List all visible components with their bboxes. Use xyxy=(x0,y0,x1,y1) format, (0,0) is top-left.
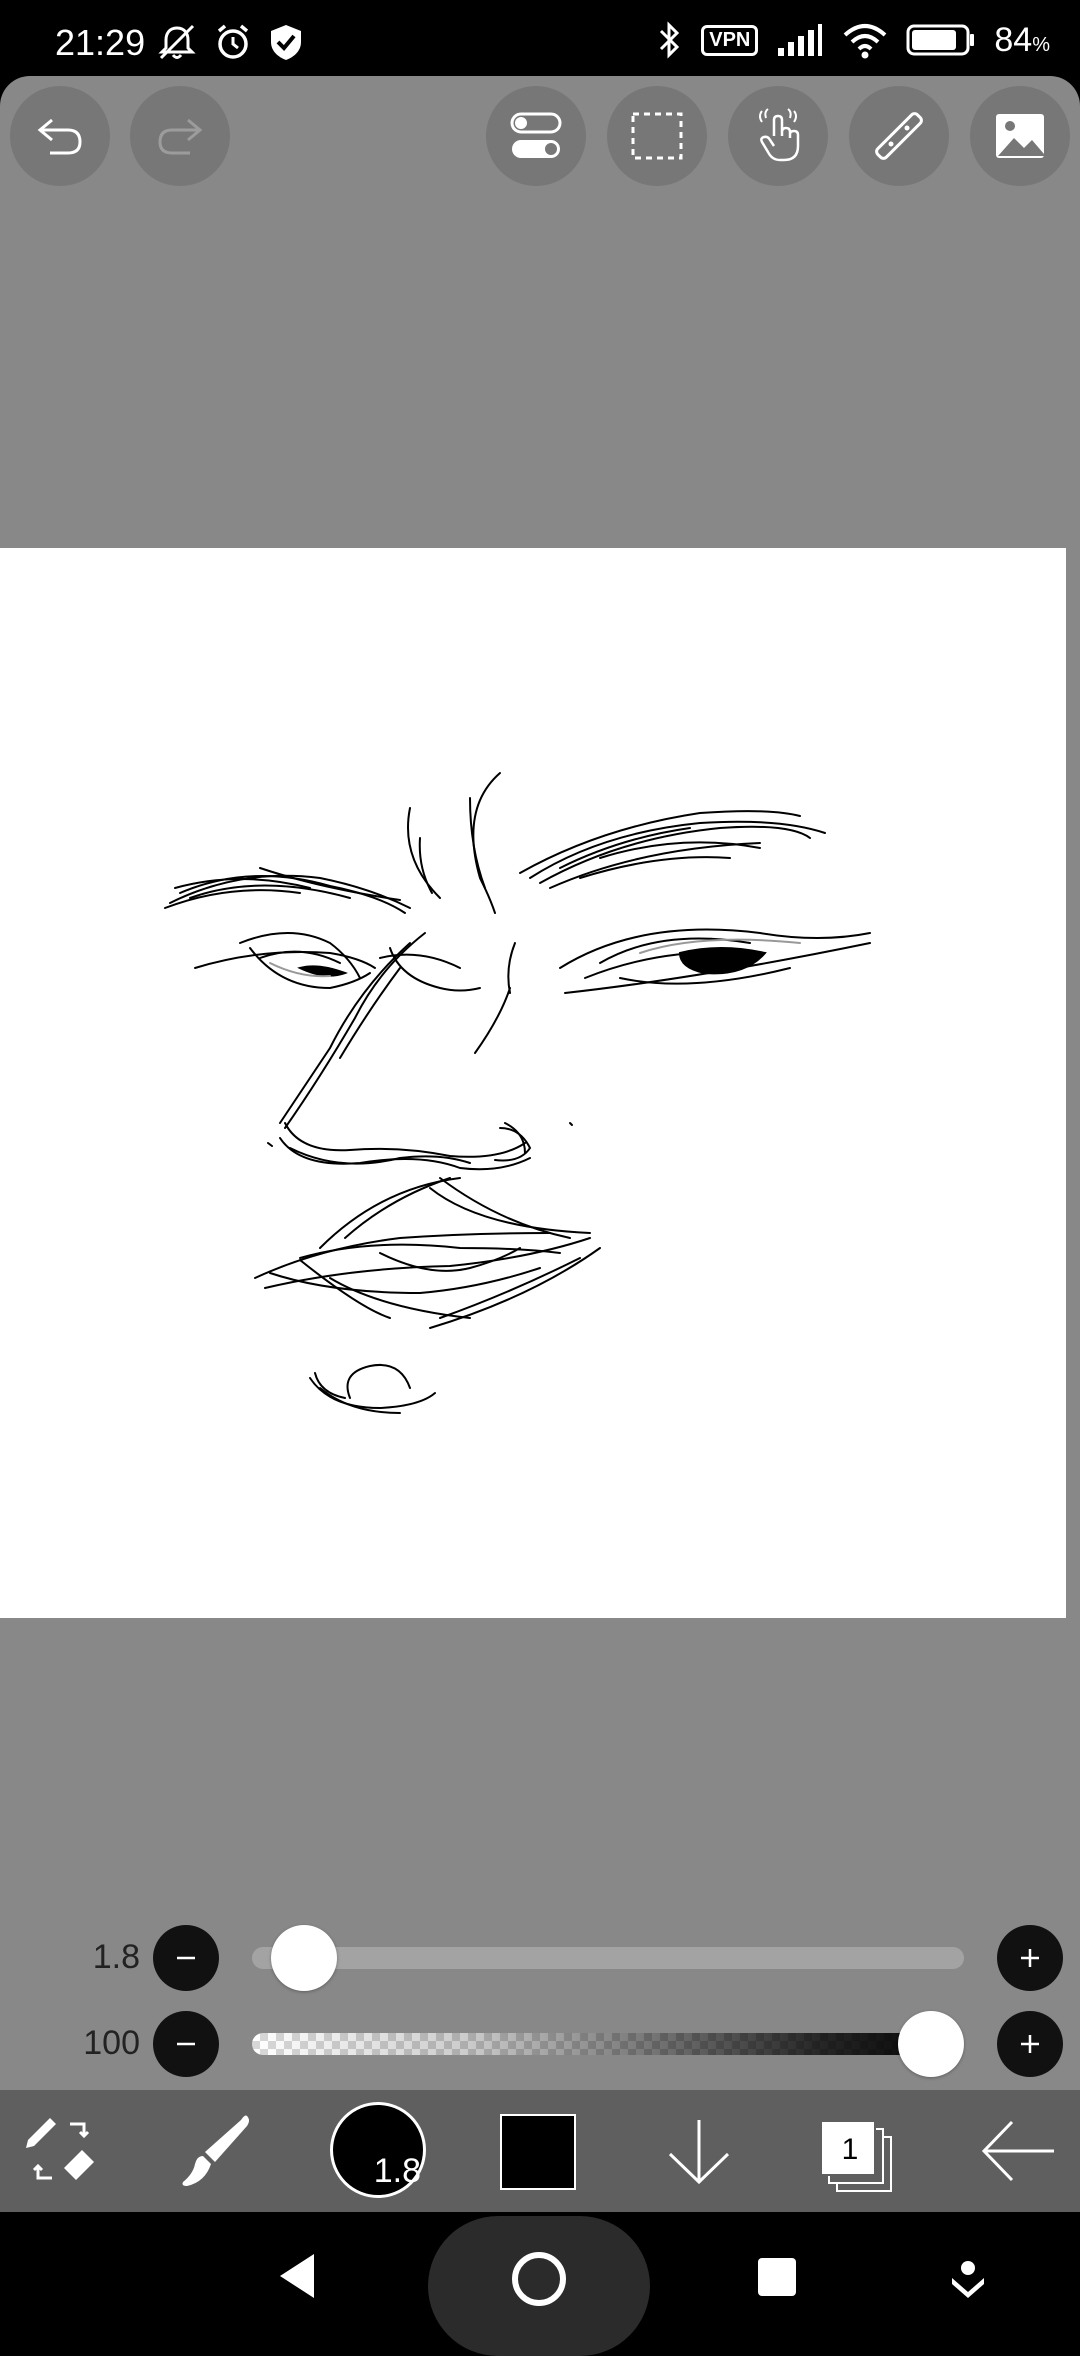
redo-button[interactable] xyxy=(130,86,230,186)
brush-size-thumb[interactable] xyxy=(271,1925,338,1991)
layer-count: 1 xyxy=(841,2133,859,2166)
muted-bell-icon xyxy=(158,24,196,60)
brush-size-increase-button[interactable] xyxy=(997,1925,1063,1991)
brush-size-track[interactable] xyxy=(252,1947,964,1969)
shield-icon xyxy=(271,25,301,60)
vpn-badge: VPN xyxy=(701,24,759,56)
status-time: 21:29 xyxy=(55,22,146,63)
gesture-button[interactable] xyxy=(728,86,828,186)
tool-switch-button[interactable] xyxy=(20,2110,102,2192)
opacity-track[interactable] xyxy=(252,2033,964,2055)
toggle-button[interactable] xyxy=(486,86,586,186)
ruler-button[interactable] xyxy=(849,86,949,186)
battery-icon xyxy=(906,24,975,56)
color-swatch[interactable] xyxy=(500,2114,576,2190)
status-icons-left xyxy=(155,22,305,62)
layers-button[interactable]: 1 xyxy=(820,2120,892,2192)
status-bar: 21:29 VPN 84% xyxy=(0,0,1080,78)
pen-eraser-swap-icon xyxy=(26,2118,94,2180)
alarm-icon xyxy=(217,24,249,59)
brush-size-value: 1.8 xyxy=(92,1938,140,1976)
ruler-icon xyxy=(875,112,923,160)
drawing-canvas[interactable] xyxy=(0,548,1066,1618)
system-nav-bar xyxy=(0,2212,1080,2356)
minus-icon xyxy=(177,1956,195,1960)
circle-home-icon xyxy=(512,2252,566,2306)
minus-icon xyxy=(177,2042,195,2046)
image-button[interactable] xyxy=(970,86,1070,186)
brush-icon xyxy=(182,2115,249,2186)
back-button[interactable] xyxy=(978,2110,1060,2192)
opacity-slider-row: 100 xyxy=(0,2004,1080,2084)
opacity-thumb[interactable] xyxy=(898,2011,964,2077)
undo-icon xyxy=(37,118,82,155)
nav-back-button[interactable] xyxy=(270,2246,330,2306)
selection-icon xyxy=(631,112,683,160)
layer-card-front: 1 xyxy=(820,2120,876,2176)
brush-size-slider-row: 1.8 xyxy=(0,1918,1080,1998)
status-icons-right: VPN 84% xyxy=(657,20,1050,60)
nav-home-button[interactable] xyxy=(504,2244,574,2314)
wifi-icon xyxy=(844,24,887,59)
arrow-left-icon xyxy=(981,2120,1054,2182)
selection-button[interactable] xyxy=(607,86,707,186)
bottom-toolbar: 1.8 1 xyxy=(0,2090,1080,2212)
battery-percent: 84% xyxy=(994,20,1050,59)
triangle-back-icon xyxy=(280,2254,314,2298)
bluetooth-icon xyxy=(660,21,680,59)
brush-size-preview-label: 1.8 xyxy=(373,2152,421,2190)
plus-icon xyxy=(1021,1949,1039,1967)
nav-extra-icon xyxy=(952,2261,984,2298)
signal-icon xyxy=(778,24,823,56)
face-sketch xyxy=(164,772,871,1414)
square-recents-icon xyxy=(758,2258,796,2296)
opacity-decrease-button[interactable] xyxy=(153,2011,219,2077)
nav-menu-button[interactable] xyxy=(940,2250,996,2306)
brush-size-preview[interactable]: 1.8 xyxy=(330,2102,426,2198)
redo-icon xyxy=(158,118,203,155)
hand-gesture-icon xyxy=(759,108,800,162)
brush-size-decrease-button[interactable] xyxy=(153,1925,219,1991)
image-icon xyxy=(996,114,1044,158)
brush-tool-button[interactable] xyxy=(175,2110,257,2192)
opacity-increase-button[interactable] xyxy=(997,2011,1063,2077)
nav-recents-button[interactable] xyxy=(750,2250,804,2304)
merge-down-button[interactable] xyxy=(658,2110,740,2192)
app-area: 1.8 100 xyxy=(0,76,1080,2090)
plus-icon xyxy=(1021,2035,1039,2053)
undo-button[interactable] xyxy=(10,86,110,186)
arrow-down-icon xyxy=(668,2120,730,2185)
opacity-value: 100 xyxy=(83,2024,140,2062)
toggle-icon xyxy=(510,112,562,158)
